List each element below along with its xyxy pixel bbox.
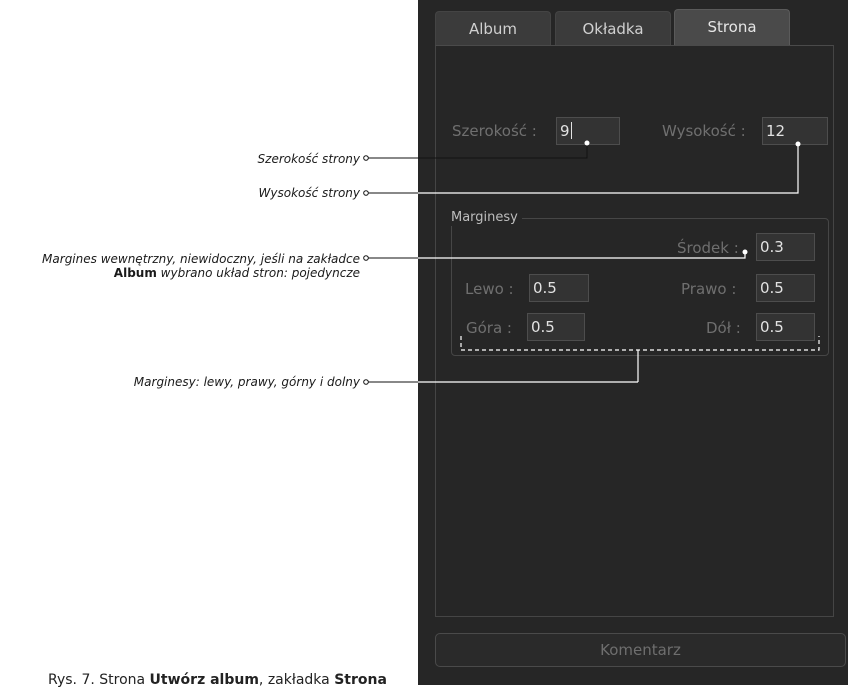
leader-dot-height xyxy=(363,190,369,196)
leader-end-height xyxy=(795,141,801,147)
leader-line-width xyxy=(368,144,588,159)
caption-bold-2: Strona xyxy=(334,672,387,688)
annotation-leader-lines xyxy=(363,140,820,385)
leader-end-width xyxy=(584,140,590,146)
figure-caption: Rys. 7. Strona Utwórz album, zakładka St… xyxy=(48,672,387,688)
caption-prefix: Rys. 7. Strona xyxy=(48,672,150,688)
leader-dot-margins xyxy=(363,379,369,385)
leader-dot-inner xyxy=(363,255,369,261)
caption-middle: , zakładka xyxy=(258,672,335,688)
margins-bracket xyxy=(460,336,820,351)
leader-end-inner xyxy=(742,249,748,255)
leader-line-height-light xyxy=(368,145,799,194)
leader-line-inner-light xyxy=(418,253,746,259)
leader-dot-width xyxy=(363,155,369,161)
caption-bold-1: Utwórz album xyxy=(149,672,259,688)
